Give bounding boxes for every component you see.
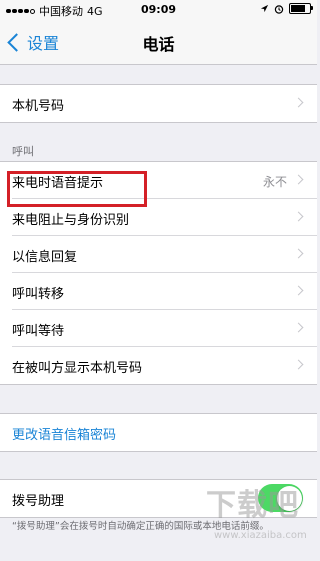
chevron-right-icon	[293, 322, 304, 333]
chevron-right-icon	[293, 248, 304, 259]
chevron-right-icon	[293, 174, 304, 185]
row-label: 呼叫转移	[12, 287, 65, 302]
chevron-right-icon	[293, 285, 304, 296]
alarm-icon	[274, 4, 284, 14]
voicemail-group: 更改语音信箱密码	[0, 413, 317, 452]
navigation-bar: 设置 电话	[0, 20, 317, 65]
chevron-right-icon	[293, 359, 304, 370]
status-right	[260, 3, 313, 14]
watermark-text: 下载吧	[206, 488, 299, 523]
my-number-group: 本机号码	[0, 84, 317, 123]
row-label: 以信息回复	[12, 250, 78, 265]
row-label: 在被叫方显示本机号码	[12, 361, 143, 376]
page-title: 电话	[142, 35, 175, 54]
respond-with-text-row[interactable]: 以信息回复	[0, 236, 317, 273]
change-voicemail-password-link: 更改语音信箱密码	[12, 428, 117, 443]
chevron-right-icon	[293, 211, 304, 222]
highlight-annotation-box	[7, 171, 147, 207]
row-value: 永不	[262, 175, 287, 189]
row-label: 拨号助理	[12, 494, 65, 509]
watermark-url: www.xiazaiba.com	[214, 530, 307, 541]
call-forwarding-row[interactable]: 呼叫转移	[0, 273, 317, 310]
location-icon	[260, 4, 269, 13]
my-number-row[interactable]: 本机号码	[0, 85, 317, 122]
watermark-logo: 下载吧 www.xiazaiba.com	[200, 478, 317, 561]
row-label: 来电阻止与身份识别	[12, 213, 130, 228]
chevron-right-icon	[293, 97, 304, 108]
call-waiting-row[interactable]: 呼叫等待	[0, 310, 317, 347]
status-bar: 中国移动 4G 09:09	[0, 0, 317, 20]
show-caller-id-row[interactable]: 在被叫方显示本机号码	[0, 347, 317, 384]
row-label: 本机号码	[12, 99, 65, 114]
row-label: 呼叫等待	[12, 324, 65, 339]
section-header-calls: 呼叫	[12, 145, 34, 158]
change-voicemail-password-row[interactable]: 更改语音信箱密码	[0, 414, 317, 451]
battery-icon	[289, 3, 313, 14]
